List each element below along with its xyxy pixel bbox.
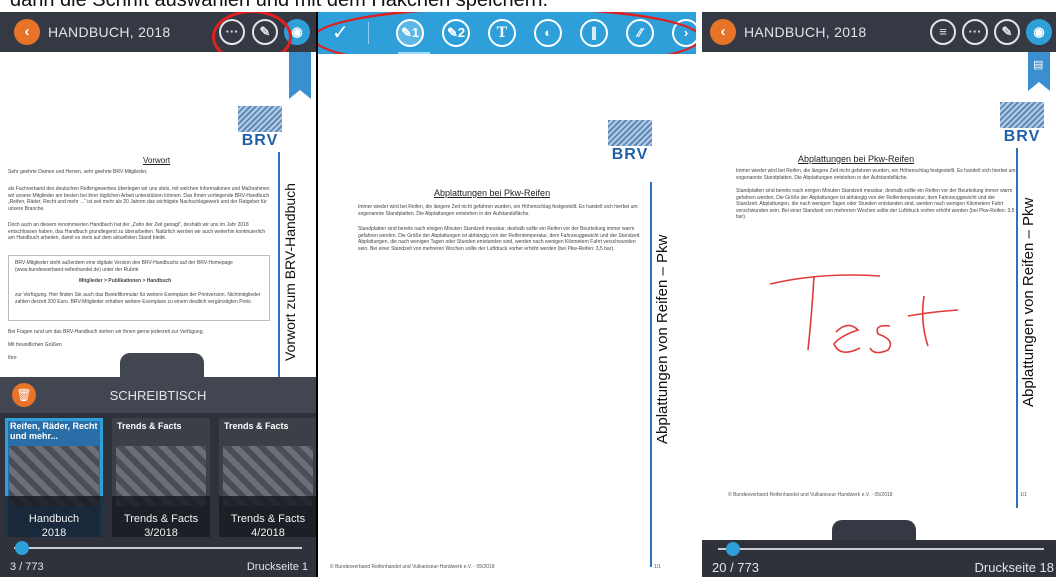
handwriting-stroke	[833, 324, 861, 353]
document-heading: Abplattungen bei Pkw-Reifen	[434, 188, 551, 198]
brv-logo: BRV	[238, 106, 282, 150]
notes-bookmark[interactable]: ▤	[1028, 52, 1050, 91]
annotate-button[interactable]: ✎	[994, 19, 1020, 45]
ellipsis-icon: ···	[968, 24, 982, 39]
paragraph: Bei Fragen rund um das BRV-Handbuch steh…	[8, 329, 204, 335]
back-button[interactable]: ‹	[710, 19, 736, 45]
brv-logo: BRV	[608, 120, 652, 164]
page-slider-thumb[interactable]	[726, 542, 741, 556]
paragraph: Standplatten sind bereits nach einigen M…	[358, 226, 641, 252]
drawer-handle[interactable]	[832, 520, 916, 542]
list-icon: ≡	[939, 24, 947, 39]
right-reader-panel: ‹ HANDBUCH, 2018 ≡ ··· ✎ ◉ ▤ BRV Abplatt…	[702, 12, 1056, 577]
view-mode-button[interactable]: ◉	[1026, 19, 1052, 45]
desk-shelf: Reifen, Räder, Recht und mehr... Handbuc…	[0, 413, 316, 549]
desk-drawer-bar: 🗑 SCHREIBTISCH	[0, 377, 316, 413]
page-navigation-bar: 20 / 773 Druckseite 18	[702, 540, 1056, 577]
paragraph: Immer wieder wird bei Reifen, die länger…	[358, 204, 638, 217]
left-reader-panel: ‹ HANDBUCH, 2018 ··· ✎ ◉ BRV Vorwort Seh…	[0, 12, 316, 577]
more-options-button[interactable]: ···	[962, 19, 988, 45]
page-number: 1/1	[654, 564, 661, 570]
pencil-icon: ✎	[1001, 24, 1013, 39]
document-title: HANDBUCH, 2018	[48, 24, 171, 40]
chevron-left-icon: ‹	[720, 23, 726, 40]
drawer-handle[interactable]	[120, 353, 204, 379]
back-button[interactable]: ‹	[14, 19, 40, 45]
page-footer: © Bundesverband Reifenhandel und Vulkani…	[728, 492, 893, 498]
book-label: Trends & Facts	[230, 513, 306, 525]
screenshot-root: { "caption": "dann die Schrift auswählen…	[0, 0, 1056, 577]
page-number: 1/1	[1020, 492, 1027, 498]
handwriting-stroke	[769, 274, 881, 285]
accent-line	[1016, 148, 1018, 508]
page-slider-track[interactable]	[14, 547, 302, 549]
handwriting-stroke	[807, 275, 815, 351]
page-slider-thumb[interactable]	[14, 541, 29, 555]
document-title: HANDBUCH, 2018	[744, 24, 867, 40]
book-trends-facts-4-2018[interactable]: Trends & Facts Trends & Facts 4/2018	[219, 418, 316, 544]
book-handbuch-2018[interactable]: Reifen, Räder, Recht und mehr... Handbuc…	[5, 418, 103, 544]
handwriting-stroke	[921, 295, 929, 347]
book-label: Trends & Facts	[123, 513, 199, 525]
chevron-left-icon: ‹	[24, 23, 30, 40]
paragraph: Standplatten sind bereits nach einigen M…	[736, 188, 1015, 220]
page-navigation-bar: 3 / 773 Druckseite 1	[0, 537, 316, 577]
handwritten-annotation	[769, 274, 959, 354]
document-page: ▤ BRV Abplattungen bei Pkw-Reifen Immer …	[702, 52, 1056, 532]
reader-top-bar: ‹ HANDBUCH, 2018 ≡ ··· ✎ ◉	[702, 12, 1056, 52]
document-page: BRV Vorwort Sehr geehrte Damen und Herre…	[0, 52, 316, 382]
brv-logo: BRV	[1000, 102, 1044, 146]
accent-line	[650, 182, 652, 567]
eye-icon: ◉	[1033, 24, 1045, 39]
page-footer: © Bundesverband Reifenhandel und Vulkani…	[330, 564, 495, 570]
note-icon: ▤	[1033, 59, 1044, 71]
drawer-title: SCHREIBTISCH	[109, 388, 207, 403]
document-page: BRV Abplattungen bei Pkw-Reifen Immer wi…	[318, 54, 696, 577]
page-heading: Vorwort	[143, 156, 171, 165]
print-page-label: Druckseite 18	[974, 560, 1054, 575]
vertical-page-title: Abplattungen von Reifen – Pkw	[654, 234, 671, 444]
page-counter: 3 / 773	[10, 561, 44, 573]
bookmark-ribbon[interactable]	[289, 52, 311, 99]
middle-annotation-panel: ✓ ✎1 ✎2 T ◐ ∥ ⁄⁄ › BRV Abplattungen bei …	[318, 12, 696, 577]
eye-icon: ◉	[291, 24, 303, 39]
page-counter: 20 / 773	[712, 560, 759, 575]
vertical-page-title: Abplattungen von Reifen – Pkw	[1020, 197, 1037, 407]
paragraph: Doch auch an diesem renommierten Handbuc…	[8, 222, 266, 241]
paragraph: Sehr geehrte Damen und Herren, sehr geeh…	[8, 169, 148, 175]
paragraph: als Fachverband des deutschen Reifengewe…	[8, 186, 270, 212]
accent-line	[278, 152, 280, 377]
vertical-page-title: Vorwort zum BRV-Handbuch	[282, 183, 298, 361]
print-page-label: Druckseite 1	[246, 561, 308, 573]
handwriting-stroke	[907, 309, 959, 317]
handwriting-stroke	[869, 324, 892, 354]
instruction-caption: dann die Schrift auswählen und mit dem H…	[10, 0, 549, 11]
paragraph: Immer wieder wird bei Reifen, die länger…	[736, 168, 1016, 181]
paragraph: Mit freundlichen Grüßen	[8, 342, 62, 348]
info-box: BRV-Mitglieder steht außerdem eine digit…	[8, 255, 270, 321]
book-label: Handbuch	[28, 513, 80, 525]
book-trends-facts-3-2018[interactable]: Trends & Facts Trends & Facts 3/2018	[112, 418, 210, 544]
page-slider-track[interactable]	[718, 548, 1044, 550]
menu-button[interactable]: ≡	[930, 19, 956, 45]
document-heading: Abplattungen bei Pkw-Reifen	[798, 154, 915, 164]
